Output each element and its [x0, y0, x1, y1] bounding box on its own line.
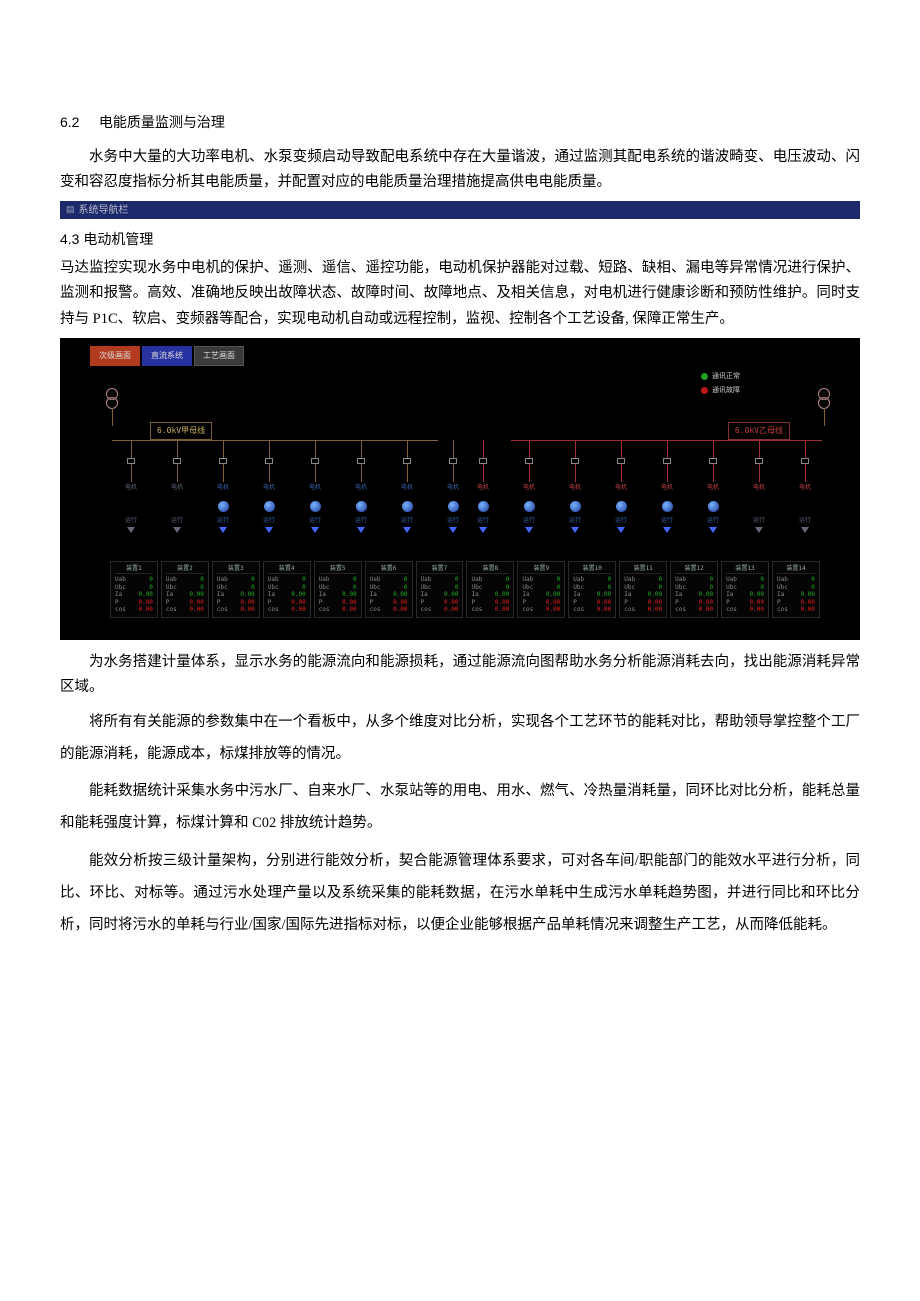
- app-titlebar: ▤ 系统导航栏: [60, 201, 860, 219]
- heading-6-2-num: 6.2: [60, 114, 79, 130]
- panel: 装置7Uab0Ubc0Ia0.00P0.00cos0.00: [416, 561, 464, 618]
- feeder[interactable]: 电机运行: [166, 440, 188, 533]
- feeders: 电机运行电机运行电机运行电机运行电机运行电机运行电机运行电机运行 电机运行电机运…: [90, 440, 830, 533]
- feeder[interactable]: 电机运行: [212, 440, 234, 533]
- feeder[interactable]: 电机运行: [396, 440, 418, 533]
- feeder[interactable]: 电机运行: [702, 440, 724, 533]
- app-titlebar-text: 系统导航栏: [79, 202, 129, 220]
- panel: 装置14Uab0Ubc0Ia0.00P0.00cos0.00: [772, 561, 820, 618]
- para-6-2: 水务中大量的大功率电机、水泵变频启动导致配电系统中存在大量谐波，通过监测其配电系…: [60, 145, 860, 196]
- feeder[interactable]: 电机运行: [794, 440, 816, 533]
- feeder[interactable]: 电机运行: [748, 440, 770, 533]
- feeder[interactable]: 电机运行: [656, 440, 678, 533]
- scada-legend: 通讯正常 通讯故障: [701, 370, 740, 399]
- feeder[interactable]: 电机运行: [304, 440, 326, 533]
- panel: 装置12Uab0Ubc0Ia0.00P0.00cos0.00: [670, 561, 718, 618]
- feeder[interactable]: 电机运行: [564, 440, 586, 533]
- para-a: 为水务搭建计量体系，显示水务的能源流向和能源损耗，通过能源流向图帮助水务分析能源…: [60, 650, 860, 701]
- busbar-area: 6.0kV甲母线 6.0kV乙母线 电机运行电机运行电机运行电机运行电机运行电机…: [90, 396, 830, 516]
- feeder[interactable]: 电机运行: [610, 440, 632, 533]
- transformer-right: [812, 388, 836, 426]
- para-4-3: 马达监控实现水务中电机的保护、遥测、遥信、遥控功能，电动机保护器能对过载、短路、…: [60, 256, 860, 332]
- busbar-left-label: 6.0kV甲母线: [150, 422, 212, 440]
- scada-tab-1[interactable]: 直流系统: [142, 346, 192, 366]
- busbar-right-label: 6.0kV乙母线: [728, 422, 790, 440]
- heading-6-2: 6.2 电能质量监测与治理: [60, 110, 860, 135]
- menu-icon: ▤: [66, 202, 75, 218]
- scada-screenshot: 次级画面 直流系统 工艺画面 通讯正常 通讯故障 6.0kV甲母线 6.0kV乙…: [60, 338, 860, 640]
- panel: 装置6Uab0Ubc0Ia0.00P0.00cos0.00: [365, 561, 413, 618]
- panel: 装置11Uab0Ubc0Ia0.00P0.00cos0.00: [619, 561, 667, 618]
- panel: 装置8Uab0Ubc0Ia0.00P0.00cos0.00: [466, 561, 514, 618]
- scada-tab-0[interactable]: 次级画面: [90, 346, 140, 366]
- panel: 装置13Uab0Ubc0Ia0.00P0.00cos0.00: [721, 561, 769, 618]
- panel: 装置10Uab0Ubc0Ia0.00P0.00cos0.00: [568, 561, 616, 618]
- panel: 装置2Uab0Ubc0Ia0.00P0.00cos0.00: [161, 561, 209, 618]
- transformer-left: [100, 388, 124, 426]
- feeder[interactable]: 电机运行: [442, 440, 464, 533]
- feeder[interactable]: 电机运行: [120, 440, 142, 533]
- feeder[interactable]: 电机运行: [518, 440, 540, 533]
- feeder[interactable]: 电机运行: [350, 440, 372, 533]
- panel: 装置9Uab0Ubc0Ia0.00P0.00cos0.00: [517, 561, 565, 618]
- legend-label-err: 通讯故障: [712, 384, 740, 396]
- panel: 装置4Uab0Ubc0Ia0.00P0.00cos0.00: [263, 561, 311, 618]
- legend-dot-ok: [701, 373, 708, 380]
- panel-row: 装置1Uab0Ubc0Ia0.00P0.00cos0.00装置2Uab0Ubc0…: [110, 561, 820, 618]
- heading-4-3: 4.3 电动机管理: [60, 227, 860, 252]
- heading-6-2-title: 电能质量监测与治理: [99, 114, 225, 130]
- para-b: 将所有有关能源的参数集中在一个看板中，从多个维度对比分析，实现各个工艺环节的能耗…: [60, 707, 860, 771]
- feeder[interactable]: 电机运行: [258, 440, 280, 533]
- legend-dot-err: [701, 387, 708, 394]
- heading-4-3-num: 4.3: [60, 231, 79, 247]
- heading-4-3-title: 电动机管理: [83, 231, 153, 247]
- para-c: 能耗数据统计采集水务中污水厂、自来水厂、水泵站等的用电、用水、燃气、冷热量消耗量…: [60, 776, 860, 840]
- para-d: 能效分析按三级计量架构，分别进行能效分析，契合能源管理体系要求，可对各车间/职能…: [60, 846, 860, 942]
- feeder[interactable]: 电机运行: [472, 440, 494, 533]
- panel: 装置5Uab0Ubc0Ia0.00P0.00cos0.00: [314, 561, 362, 618]
- panel: 装置1Uab0Ubc0Ia0.00P0.00cos0.00: [110, 561, 158, 618]
- panel: 装置3Uab0Ubc0Ia0.00P0.00cos0.00: [212, 561, 260, 618]
- scada-tab-2[interactable]: 工艺画面: [194, 346, 244, 366]
- legend-label-ok: 通讯正常: [712, 370, 740, 382]
- scada-tabs: 次级画面 直流系统 工艺画面: [90, 346, 830, 366]
